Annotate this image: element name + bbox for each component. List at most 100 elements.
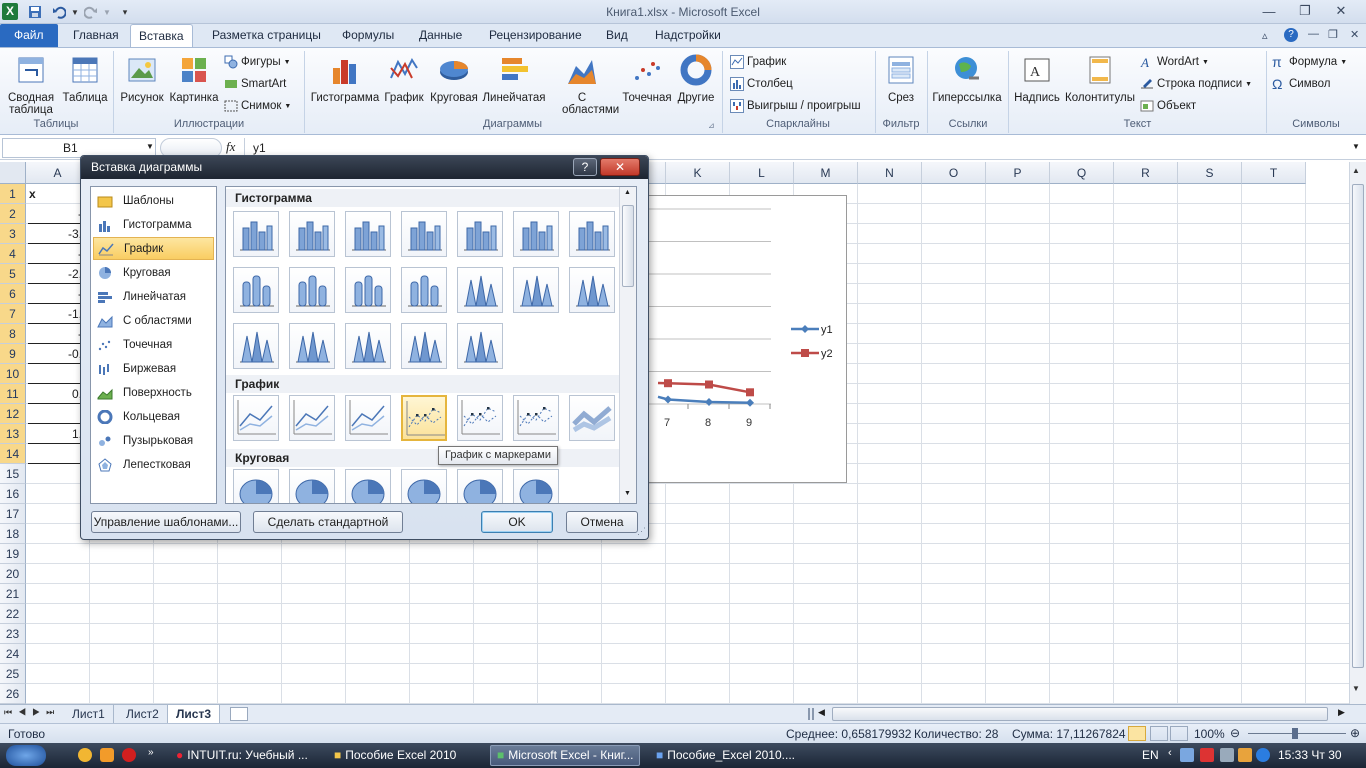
column-header[interactable]: M	[794, 162, 858, 184]
chart-type-thumb-cylinder[interactable]	[345, 267, 391, 313]
minimize-icon[interactable]: —	[1254, 2, 1284, 20]
tab-file[interactable]: Файл	[0, 24, 58, 47]
tray-expand-icon[interactable]: ‹	[1168, 747, 1172, 759]
row-header[interactable]: 12	[0, 404, 26, 424]
header-footer-button[interactable]: Колонтитулы	[1064, 52, 1136, 112]
category-item-line[interactable]: График	[93, 237, 214, 260]
row-header[interactable]: 4	[0, 244, 26, 264]
sheet-tab-3[interactable]: Лист3	[168, 705, 221, 723]
smartart-button[interactable]: SmartArt	[224, 74, 286, 94]
taskbar-item-folder[interactable]: ■ Пособие Excel 2010	[328, 745, 478, 766]
gallery-scroll-up-icon[interactable]: ▲	[624, 189, 631, 196]
row-header[interactable]: 7	[0, 304, 26, 324]
scatter-chart-button[interactable]: Точечная	[618, 52, 676, 112]
clipart-button[interactable]: Картинка	[168, 52, 220, 112]
category-item-bubble[interactable]: Пузырьковая	[93, 429, 214, 452]
symbol-button[interactable]: Ω Символ	[1272, 74, 1330, 94]
category-item-stock[interactable]: Биржевая	[93, 357, 214, 380]
cell-a[interactable]: -	[28, 324, 82, 344]
zoom-in-icon[interactable]: ⊕	[1350, 726, 1360, 740]
row-header[interactable]: 16	[0, 484, 26, 504]
row-header[interactable]: 11	[0, 384, 26, 404]
chart-type-thumb-line-3d[interactable]	[569, 395, 615, 441]
tab-review[interactable]: Рецензирование	[481, 24, 590, 47]
chart-type-thumb-pie[interactable]	[233, 469, 279, 503]
row-header[interactable]: 1	[0, 184, 26, 204]
tab-formulas[interactable]: Формулы	[334, 24, 402, 47]
sheet-tab-1[interactable]: Лист1	[64, 705, 114, 723]
cell-a[interactable]	[28, 364, 82, 384]
expand-formula-bar-icon[interactable]: ▼	[1352, 142, 1360, 151]
category-item-area[interactable]: С областями	[93, 309, 214, 332]
column-header[interactable]: L	[730, 162, 794, 184]
dialog-close-button[interactable]: ✕	[600, 158, 640, 176]
bluetooth-icon[interactable]	[1256, 748, 1270, 762]
language-indicator[interactable]: EN	[1142, 748, 1159, 762]
taskbar-item-word[interactable]: ■ Пособие_Excel 2010....	[650, 745, 800, 766]
clock[interactable]: 15:33 Чт 30	[1278, 748, 1342, 762]
chart-type-thumb-line[interactable]	[233, 395, 279, 441]
slicer-button[interactable]: Срез	[878, 52, 924, 112]
table-button[interactable]: Таблица	[60, 52, 110, 112]
textbox-button[interactable]: A Надпись	[1012, 52, 1062, 112]
row-header[interactable]: 20	[0, 564, 26, 584]
category-item-surface[interactable]: Поверхность	[93, 381, 214, 404]
workbook-minimize-icon[interactable]: —	[1308, 28, 1319, 40]
chart-type-thumb-line-markers[interactable]	[513, 395, 559, 441]
row-header[interactable]: 6	[0, 284, 26, 304]
chart-type-thumb-line[interactable]	[345, 395, 391, 441]
zoom-slider-thumb[interactable]	[1292, 728, 1298, 739]
collapse-ribbon-icon[interactable]: ▵	[1262, 29, 1268, 42]
category-item-templates[interactable]: Шаблоны	[93, 189, 214, 212]
sparkline-column-button[interactable]: Столбец	[730, 74, 793, 94]
row-header[interactable]: 5	[0, 264, 26, 284]
hyperlink-button[interactable]: Гиперссылка	[930, 52, 1004, 112]
tab-split-handle[interactable]	[808, 708, 814, 720]
taskbar-item-excel[interactable]: ■ Microsoft Excel - Книг...	[490, 745, 640, 766]
cell-a[interactable]	[28, 404, 82, 424]
network-icon[interactable]	[1180, 748, 1194, 762]
hscroll-left-icon[interactable]: ◀	[818, 707, 825, 718]
chart-type-thumb-cone[interactable]	[401, 323, 447, 369]
other-charts-button[interactable]: Другие	[676, 52, 716, 112]
vertical-scrollbar[interactable]: ▲ ▼	[1349, 162, 1366, 704]
scroll-down-icon[interactable]: ▼	[1352, 684, 1360, 693]
manage-templates-button[interactable]: Управление шаблонами...	[91, 511, 241, 533]
chart-type-thumb-pie[interactable]	[513, 469, 559, 503]
row-header[interactable]: 14	[0, 444, 26, 464]
name-box-dropdown-icon[interactable]: ▼	[146, 142, 154, 151]
chart-type-thumb-column[interactable]	[569, 211, 615, 257]
hscroll-thumb[interactable]	[832, 707, 1328, 721]
tab-data[interactable]: Данные	[411, 24, 470, 47]
cell-a[interactable]: -	[28, 204, 82, 224]
cell-a[interactable]: 1,	[28, 424, 82, 444]
row-header[interactable]: 13	[0, 424, 26, 444]
chart-type-thumb-line[interactable]	[289, 395, 335, 441]
chart-type-thumb-cylinder[interactable]	[401, 267, 447, 313]
tray-icon[interactable]	[1200, 748, 1214, 762]
picture-button[interactable]: Рисунок	[117, 52, 167, 112]
cell-a[interactable]: x	[29, 184, 87, 204]
column-header[interactable]: T	[1242, 162, 1306, 184]
chart-type-thumb-line-markers[interactable]	[457, 395, 503, 441]
page-break-view-icon[interactable]	[1170, 726, 1188, 741]
tray-icon[interactable]	[1238, 748, 1252, 762]
opera-icon[interactable]	[122, 748, 136, 762]
chart-type-thumb-line-markers[interactable]	[401, 395, 447, 441]
row-header[interactable]: 25	[0, 664, 26, 684]
insert-function-icon[interactable]: fx	[226, 139, 235, 155]
more-quicklaunch-icon[interactable]: »	[148, 747, 154, 758]
page-layout-view-icon[interactable]	[1150, 726, 1168, 741]
taskbar-item-opera[interactable]: ● INTUIT.ru: Учебный ...	[170, 745, 322, 766]
column-header[interactable]: Q	[1050, 162, 1114, 184]
row-header[interactable]: 22	[0, 604, 26, 624]
close-icon[interactable]: ✕	[1326, 2, 1356, 20]
category-item-pie[interactable]: Круговая	[93, 261, 214, 284]
insert-sheet-icon[interactable]	[230, 707, 248, 721]
row-header[interactable]: 15	[0, 464, 26, 484]
screenshot-button[interactable]: Снимок ▼	[224, 96, 291, 116]
chart-type-thumb-cone[interactable]	[289, 323, 335, 369]
cell-a[interactable]: -2,	[28, 264, 82, 284]
row-header[interactable]: 24	[0, 644, 26, 664]
category-item-bar[interactable]: Линейчатая	[93, 285, 214, 308]
